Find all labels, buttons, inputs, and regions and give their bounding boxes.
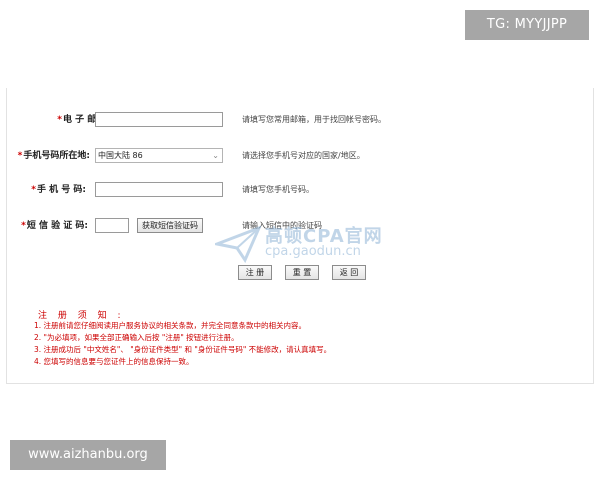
phone-region-selected: 中国大陆 86	[98, 151, 143, 160]
tag-overlay-badge: TG: MYYJJPP	[465, 10, 589, 40]
notice-item: 2. "为必填项，如果全部正确输入后按 "注册" 按钮进行注册。	[34, 333, 239, 342]
required-mark: *	[57, 115, 62, 125]
email-field[interactable]	[95, 112, 223, 127]
required-mark: *	[31, 185, 36, 195]
phone-row: *手 机 号 码: 请填写您手机号码。	[0, 180, 600, 200]
notice-item: 3. 注册成功后 "中文姓名"、 "身份证件类型" 和 "身份证件号码" 不能修…	[34, 345, 332, 354]
get-sms-code-button[interactable]: 获取短信验证码	[137, 218, 203, 233]
back-button[interactable]: 返 回	[332, 265, 366, 280]
required-mark: *	[17, 151, 23, 161]
email-hint: 请填写您常用邮箱，用于找回帐号密码。	[242, 115, 386, 124]
site-overlay-badge: www.aizhanbu.org	[10, 440, 166, 470]
watermark-en-text: cpa.gaodun.cn	[265, 244, 361, 259]
email-row: *电 子 邮 箱: 请填写您常用邮箱，用于找回帐号密码。	[0, 110, 600, 130]
reset-button[interactable]: 重 置	[285, 265, 319, 280]
notice-item: 4. 您填写的信息要与您证件上的信息保持一致。	[34, 357, 194, 366]
registration-page: TG: MYYJJPP *电 子 邮 箱: 请填写您常用邮箱，用于找回帐号密码。…	[0, 0, 600, 480]
phone-region-select[interactable]: 中国大陆 86 ⌄	[95, 148, 223, 163]
chevron-down-icon: ⌄	[212, 151, 219, 160]
required-mark: *	[21, 221, 26, 231]
notice-title: 注 册 须 知 :	[38, 311, 125, 321]
sms-code-label: *短 信 验 证 码:	[21, 221, 88, 231]
sms-code-field[interactable]	[95, 218, 129, 233]
paper-plane-icon	[215, 225, 261, 264]
phone-field[interactable]	[95, 182, 223, 197]
notice-item: 1. 注册前请您仔细阅读用户服务协议的相关条款，并完全同意条款中的相关内容。	[34, 321, 307, 330]
watermark-logo: 高顿CPA官网 cpa.gaodun.cn	[215, 222, 395, 266]
register-button[interactable]: 注 册	[238, 265, 272, 280]
phone-label: *手 机 号 码:	[31, 185, 86, 195]
phone-region-hint: 请选择您手机号对应的国家/地区。	[242, 151, 365, 160]
phone-hint: 请填写您手机号码。	[242, 185, 314, 194]
phone-region-label: *手机号码所在地:	[17, 151, 90, 161]
phone-region-row: *手机号码所在地: 中国大陆 86 ⌄ 请选择您手机号对应的国家/地区。	[0, 146, 600, 166]
